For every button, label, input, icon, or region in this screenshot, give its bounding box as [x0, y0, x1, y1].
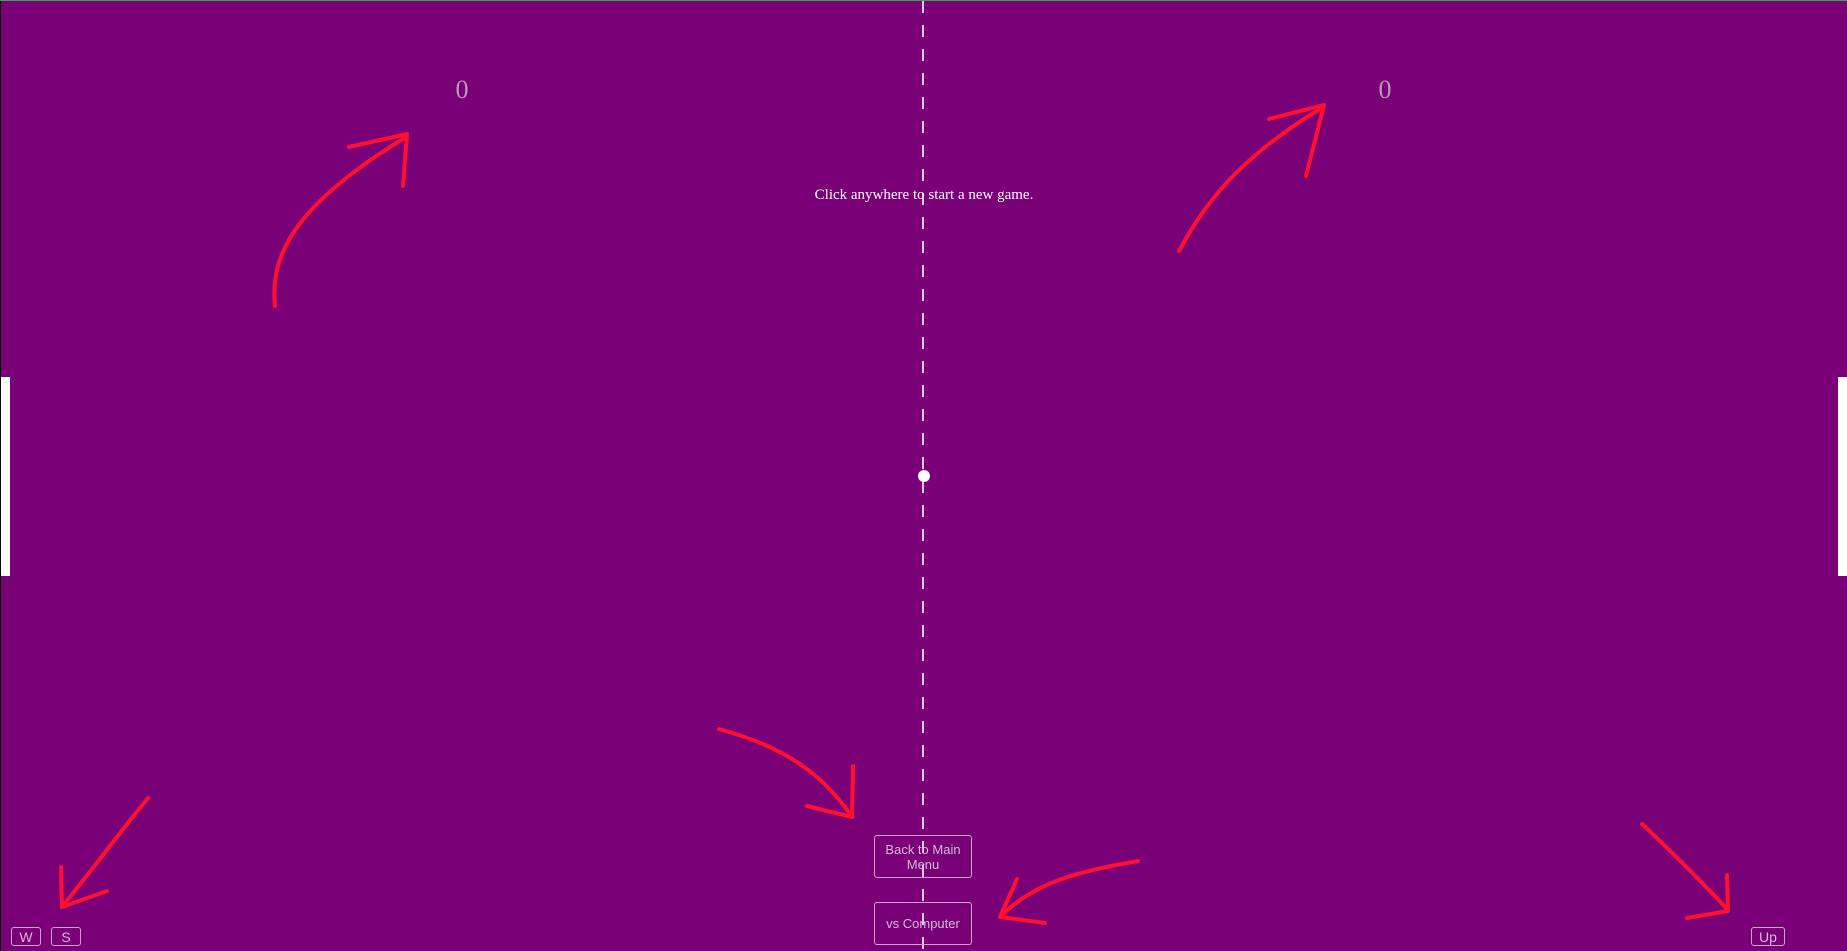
right-score: 0 [1378, 75, 1392, 104]
arrow-icon [272, 132, 409, 308]
vs-computer-button[interactable]: vs Computer [874, 902, 972, 945]
key-up-hint: Up [1751, 927, 1785, 946]
arrow-icon [717, 727, 855, 819]
back-to-main-menu-button[interactable]: Back to Main Menu [874, 835, 972, 878]
arrow-icon [1177, 103, 1326, 253]
ball [918, 470, 930, 482]
left-score: 0 [455, 75, 469, 104]
arrow-icon [998, 859, 1140, 925]
arrow-icon [1640, 822, 1730, 920]
key-s-hint: S [51, 927, 81, 946]
game-field[interactable]: 0 0 Click anywhere to start a new game. … [1, 1, 1847, 951]
start-message[interactable]: Click anywhere to start a new game. [724, 187, 1124, 204]
key-w-hint: W [11, 927, 41, 946]
arrow-icon [59, 796, 150, 909]
left-paddle [1, 377, 10, 576]
right-paddle [1838, 377, 1847, 576]
